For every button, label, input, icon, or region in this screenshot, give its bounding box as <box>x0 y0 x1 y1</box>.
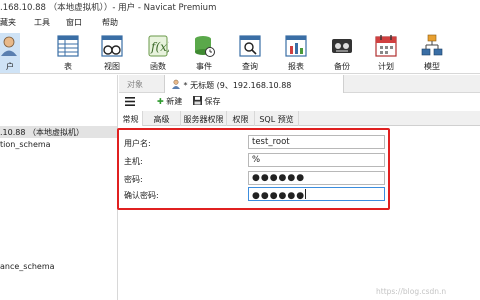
toolbar-backup-label: 备份 <box>334 62 350 71</box>
user-tab-icon <box>172 79 180 89</box>
menu-bar: 藏夹 工具 窗口 帮助 <box>0 15 480 29</box>
toolbar-model-label: 模型 <box>424 62 440 71</box>
toolbar-query-button[interactable]: 查询 <box>230 33 270 73</box>
report-icon <box>285 35 307 57</box>
hamburger-icon[interactable] <box>125 97 135 106</box>
tab-objects[interactable]: 对象 <box>127 75 167 93</box>
subtab-general[interactable]: 常规 <box>119 111 143 126</box>
toolbar-model-button[interactable]: 模型 <box>412 33 452 73</box>
toolbar-function-button[interactable]: f(x) 函数 <box>138 33 178 73</box>
toolbar-report-label: 报表 <box>288 62 304 71</box>
toolbar-event-label: 事件 <box>196 62 212 71</box>
connection-tree-panel: .10.88 （本地虚拟机） tion_schema ance_schema <box>0 75 118 300</box>
toolbar-user-button[interactable]: 户 <box>0 33 20 73</box>
tree-item-performance-schema[interactable]: ance_schema <box>0 262 55 271</box>
query-icon <box>239 35 261 57</box>
toolbar-schedule-label: 计划 <box>378 62 394 71</box>
backup-icon <box>332 39 352 53</box>
subtab-advanced-label: 高级 <box>153 115 170 124</box>
toolbar-event-button[interactable]: 事件 <box>184 33 224 73</box>
table-icon <box>57 35 79 57</box>
tree-item-connection[interactable]: .10.88 （本地虚拟机） <box>0 126 117 138</box>
subtab-privileges-label: 权限 <box>232 115 249 124</box>
subtab-server-privileges[interactable]: 服务器权限 <box>181 111 227 126</box>
subtab-advanced[interactable]: 高级 <box>143 111 181 126</box>
tree-item-performance-schema-label: ance_schema <box>0 262 55 271</box>
user-icon <box>1 36 17 56</box>
main-toolbar: 户 表 视图 f(x) 函数 <box>0 30 480 74</box>
save-button[interactable]: 保存 <box>193 96 221 107</box>
new-button[interactable]: ✚ 新建 <box>157 96 182 107</box>
new-plus-icon: ✚ <box>157 97 164 106</box>
object-toolbar: ✚ 新建 保存 <box>119 93 480 111</box>
subtab-privileges[interactable]: 权限 <box>227 111 255 126</box>
toolbar-user-label: 户 <box>6 62 14 71</box>
svg-text:f(x): f(x) <box>150 40 169 54</box>
subtab-sql-preview-label: SQL 预览 <box>259 115 294 124</box>
tab-untitled-user-label: * 无标题 (9、192.168.10.88 <box>183 81 292 90</box>
window-title: .168.10.88 （本地虚拟机））- 用户 - Navicat Premiu… <box>0 3 217 13</box>
tree-item-information-schema-label: tion_schema <box>0 140 51 149</box>
schedule-icon <box>375 35 397 57</box>
document-tabs: 对象 * 无标题 (9、192.168.10.88 <box>119 75 480 93</box>
toolbar-view-label: 视图 <box>104 62 120 71</box>
save-button-label: 保存 <box>204 97 221 106</box>
toolbar-backup-button[interactable]: 备份 <box>322 33 362 73</box>
event-icon <box>195 36 215 57</box>
subtab-sql-preview[interactable]: SQL 预览 <box>255 111 299 126</box>
toolbar-function-label: 函数 <box>150 62 166 71</box>
toolbar-table-button[interactable]: 表 <box>48 33 88 73</box>
tree-item-connection-label: .10.88 （本地虚拟机） <box>0 128 84 137</box>
annotation-highlight-box <box>117 128 390 210</box>
menu-favorites[interactable]: 藏夹 <box>0 17 16 28</box>
view-icon <box>101 35 123 57</box>
subtab-server-privileges-label: 服务器权限 <box>183 115 224 124</box>
menu-help[interactable]: 帮助 <box>102 17 118 28</box>
tab-objects-label: 对象 <box>127 80 143 89</box>
toolbar-view-button[interactable]: 视图 <box>92 33 132 73</box>
toolbar-schedule-button[interactable]: 计划 <box>366 33 406 73</box>
model-icon <box>421 34 443 56</box>
subtab-general-label: 常规 <box>122 115 139 124</box>
tree-item-information-schema[interactable]: tion_schema <box>0 140 51 149</box>
tab-untitled-user[interactable]: * 无标题 (9、192.168.10.88 <box>164 75 344 93</box>
toolbar-table-label: 表 <box>64 62 72 71</box>
menu-window[interactable]: 窗口 <box>66 17 82 28</box>
menu-tools[interactable]: 工具 <box>34 17 50 28</box>
watermark: https://blog.csdn.n <box>376 287 447 296</box>
toolbar-query-label: 查询 <box>242 62 258 71</box>
user-property-tabs: 常规 高级 服务器权限 权限 SQL 预览 <box>119 111 480 126</box>
new-button-label: 新建 <box>166 97 183 106</box>
save-disk-icon <box>193 96 202 105</box>
title-bar: .168.10.88 （本地虚拟机））- 用户 - Navicat Premiu… <box>0 0 480 14</box>
toolbar-report-button[interactable]: 报表 <box>276 33 316 73</box>
function-icon: f(x) <box>148 35 169 57</box>
